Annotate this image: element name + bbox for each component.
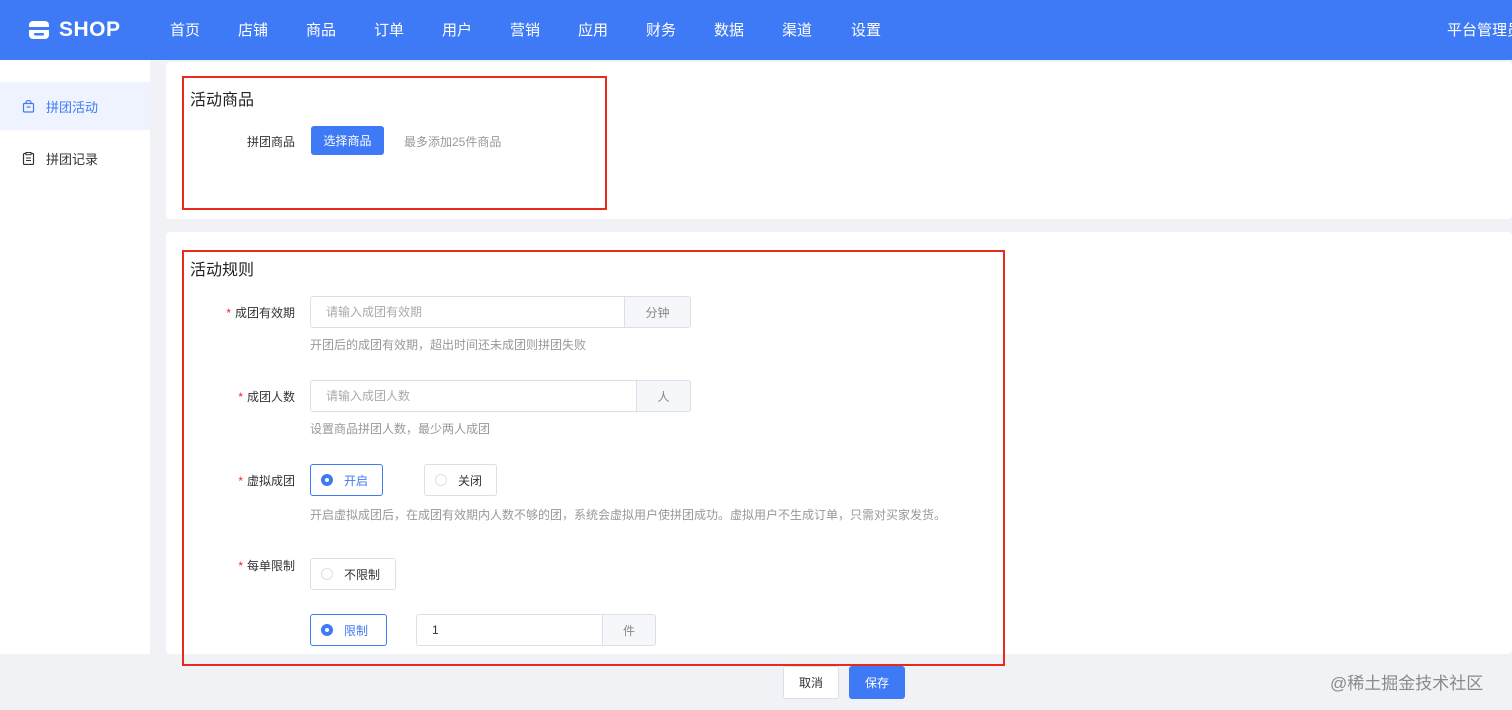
validity-hint: 开团后的成团有效期，超出时间还未成团则拼团失败: [310, 338, 587, 352]
clipboard-icon: [22, 151, 35, 165]
nav-item-marketing[interactable]: 营销: [510, 19, 540, 40]
top-navbar: SHOP 首页 店铺 商品 订单 用户 营销 应用 财务 数据 渠道 设置 平台…: [0, 0, 1512, 60]
group-size-hint: 设置商品拼团人数，最少两人成团: [310, 422, 491, 436]
nav-item-home[interactable]: 首页: [170, 19, 200, 40]
required-mark: *: [238, 559, 243, 573]
radio-unchecked-icon: [321, 568, 333, 580]
section-title-activity-rules: 活动规则: [190, 262, 255, 279]
virtual-group-on-radio[interactable]: 开启: [310, 464, 383, 496]
radio-label: 开启: [344, 473, 369, 488]
virtual-group-label: * 虚拟成团: [200, 472, 295, 489]
sidebar-item-label: 拼团活动: [46, 99, 99, 115]
logo[interactable]: SHOP: [28, 15, 121, 45]
nav-item-data[interactable]: 数据: [714, 19, 744, 40]
no-limit-radio[interactable]: 不限制: [310, 558, 396, 590]
watermark: @稀土掘金技术社区: [1330, 674, 1484, 693]
nav-item-channels[interactable]: 渠道: [782, 19, 812, 40]
required-mark: *: [238, 474, 243, 488]
shop-logo-icon: [29, 21, 49, 39]
virtual-group-off-radio[interactable]: 关闭: [424, 464, 497, 496]
group-size-unit: 人: [636, 381, 690, 411]
nav-item-settings[interactable]: 设置: [851, 19, 881, 40]
radio-label: 限制: [344, 623, 369, 638]
goods-label: 拼团商品: [246, 135, 295, 149]
sidebar-item-group-records[interactable]: 拼团记录: [0, 134, 150, 182]
nav-item-store[interactable]: 店铺: [238, 19, 268, 40]
save-button[interactable]: 保存: [849, 666, 905, 699]
group-size-input-group: 人: [310, 380, 691, 412]
user-menu[interactable]: 平台管理员: [1447, 19, 1512, 40]
shop-bag-icon: [22, 99, 35, 113]
radio-unchecked-icon: [435, 474, 447, 486]
validity-unit: 分钟: [624, 297, 690, 327]
limit-quantity-unit: 件: [602, 615, 655, 645]
sidebar: 拼团活动 拼团记录: [0, 60, 150, 654]
sidebar-item-label: 拼团记录: [46, 151, 99, 167]
virtual-group-label-text: 虚拟成团: [246, 474, 295, 488]
virtual-group-hint: 开启虚拟成团后，在成团有效期内人数不够的团，系统会虚拟用户使拼团成功。虚拟用户不…: [310, 508, 947, 522]
cancel-button[interactable]: 取消: [783, 666, 839, 699]
section-title-activity-goods: 活动商品: [190, 92, 255, 109]
nav-item-orders[interactable]: 订单: [374, 19, 404, 40]
nav-item-finance[interactable]: 财务: [646, 19, 676, 40]
order-limit-label: * 每单限制: [200, 557, 295, 574]
goods-limit-hint: 最多添加25件商品: [404, 135, 502, 149]
nav-item-users[interactable]: 用户: [442, 19, 472, 40]
validity-input[interactable]: [311, 297, 624, 327]
select-goods-button[interactable]: 选择商品: [311, 126, 384, 155]
required-mark: *: [238, 390, 243, 404]
limit-quantity-input-group: 件: [416, 614, 656, 646]
validity-label-text: 成团有效期: [234, 306, 295, 320]
logo-text: SHOP: [59, 18, 121, 41]
limit-radio[interactable]: 限制: [310, 614, 387, 646]
limit-quantity-input[interactable]: [417, 615, 602, 645]
validity-input-group: 分钟: [310, 296, 691, 328]
order-limit-label-text: 每单限制: [246, 559, 295, 573]
required-mark: *: [226, 306, 231, 320]
group-size-label-text: 成团人数: [246, 390, 295, 404]
group-size-input[interactable]: [311, 381, 636, 411]
radio-label: 不限制: [344, 567, 381, 582]
nav-item-goods[interactable]: 商品: [306, 19, 336, 40]
group-size-label: * 成团人数: [200, 388, 295, 405]
radio-checked-icon: [321, 474, 333, 486]
radio-checked-icon: [321, 624, 333, 636]
radio-label: 关闭: [458, 473, 483, 488]
validity-label: * 成团有效期: [200, 304, 295, 321]
nav-item-apps[interactable]: 应用: [578, 19, 608, 40]
sidebar-item-group-activity[interactable]: 拼团活动: [0, 82, 150, 130]
